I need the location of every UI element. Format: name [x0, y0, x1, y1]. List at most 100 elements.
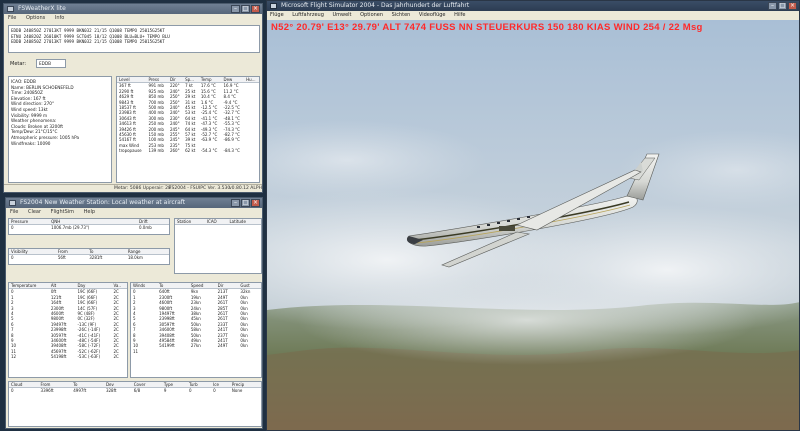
table-cell: 0	[11, 388, 14, 394]
table-row[interactable]: tropopause 139 mb 260° 62 kt -54.3 °C -84.3 °…	[117, 148, 259, 153]
table-cell: 9	[163, 388, 167, 394]
fsweatherx-title: FSWeatherX lite	[18, 5, 66, 12]
menu-clear[interactable]: Clear	[28, 209, 41, 215]
table-row[interactable]: 12 54198ft -53C (-63F) 2C	[9, 354, 127, 359]
menu-flightsim[interactable]: FlightSim	[51, 209, 74, 215]
station-table[interactable]: Station ICAO Latitude	[174, 218, 262, 274]
table-cell: -84.3 °C	[223, 148, 240, 154]
table-cell: 0	[189, 388, 192, 394]
window-icon	[9, 200, 16, 206]
table-cell: 6/8	[133, 388, 141, 394]
table-cell	[189, 349, 216, 354]
fs2004-titlebar[interactable]: Microsoft Flight Simulator 2004 - Das Ja…	[267, 1, 799, 11]
fs2004-title: Microsoft Flight Simulator 2004 - Das Ja…	[281, 2, 470, 9]
table-cell: 0	[11, 225, 14, 231]
fsweatherx-menubar: File Options Info	[4, 14, 262, 22]
metar-input[interactable]: EDDB	[36, 59, 66, 68]
table-cell: 56ft	[57, 255, 66, 261]
column-header[interactable]: ICAO	[204, 219, 228, 226]
table-cell: 2C	[113, 354, 119, 360]
menu-luftfahrzeug[interactable]: Luftfahrzeug	[292, 12, 324, 18]
close-icon[interactable]: ×	[251, 5, 260, 13]
upper-air-table[interactable]: Level Press Dir Sp... Temp Dew Hu... 367 ft 991…	[116, 76, 260, 183]
clouds-table[interactable]: Cloud From To Dev Cover Type Turb Ice Precip 0 33…	[8, 381, 262, 427]
fsweatherx-titlebar[interactable]: FSWeatherX lite – □ ×	[4, 4, 262, 14]
close-icon[interactable]: ×	[251, 199, 260, 207]
table-cell: None	[231, 388, 243, 394]
window-icon	[270, 3, 277, 9]
minimize-icon[interactable]: –	[231, 5, 240, 13]
table-cell: 0.0mb	[138, 225, 152, 231]
position-hud: N52° 20.79' E13° 29.79' ALT 7474 FUSS NN…	[271, 22, 703, 33]
flight-scene[interactable]: N52° 20.79' E13° 29.79' ALT 7474 FUSS NN…	[267, 20, 799, 430]
minimize-icon[interactable]: –	[231, 199, 240, 207]
temperature-table[interactable]: Temperature Alt Day Va.. 0 0ft 19C (66F) 2C 1 12…	[8, 282, 128, 378]
table-cell	[157, 349, 189, 354]
table-cell: 3396ft	[40, 388, 54, 394]
info-line: Windfreaks: 10090	[11, 140, 51, 146]
station-info: ICAO: EDDB Name: BERLIN SCHOENEFELD Time…	[8, 76, 112, 183]
close-icon[interactable]: ×	[788, 2, 797, 10]
table-row[interactable]: 0 56ft 3281ft 18.0km	[9, 255, 169, 261]
fsweatherx-statusbar: Metar: 5086 Upperair: 28 FS2004 - FSUIPC…	[4, 184, 262, 192]
weather-station-menubar: File Clear FlightSim Help	[6, 208, 262, 216]
scenery-view	[267, 20, 799, 430]
menu-optionen[interactable]: Optionen	[360, 12, 383, 18]
menu-file[interactable]: File	[10, 209, 18, 215]
menu-videofluege[interactable]: Videoflüge	[419, 12, 446, 18]
metar-label: Metar:	[10, 61, 27, 67]
table-cell: 1006.7mb (29.73")	[51, 225, 90, 231]
window-icon	[7, 6, 14, 12]
table-cell: 0	[213, 388, 216, 394]
fsweatherx-window: FSWeatherX lite – □ × File Options Info ED…	[3, 3, 263, 193]
maximize-icon[interactable]: □	[778, 2, 787, 10]
table-cell	[244, 148, 259, 153]
menu-info[interactable]: Info	[55, 15, 64, 21]
weather-station-window: FS2004 New Weather Station: Local weathe…	[5, 197, 263, 429]
menu-options[interactable]: Options	[26, 15, 45, 21]
menu-file[interactable]: File	[8, 15, 16, 21]
maximize-icon[interactable]: □	[241, 199, 250, 207]
table-row[interactable]: 11	[131, 349, 261, 354]
status-version: v0.80.12 ALPHA	[229, 186, 263, 191]
metar-line[interactable]: EDDB 240850Z 27013KT 9999 BKN032 21/15 Q…	[11, 39, 257, 45]
table-cell: 12	[11, 354, 17, 360]
weather-station-titlebar[interactable]: FS2004 New Weather Station: Local weathe…	[6, 198, 262, 208]
status-metar-count: Metar: 5086 Upperair: 28	[114, 186, 171, 191]
maximize-icon[interactable]: □	[241, 5, 250, 13]
table-cell: 0	[11, 255, 14, 261]
table-cell: 3281ft	[89, 255, 103, 261]
table-cell: 260°	[169, 148, 180, 154]
fs2004-menubar: Flüge Luftfahrzeug Umwelt Optionen Sicht…	[267, 11, 799, 20]
menu-help[interactable]: Help	[84, 209, 95, 215]
menu-umwelt[interactable]: Umwelt	[332, 12, 351, 18]
winds-table[interactable]: Winds To Speed Dir Gust 0 640ft 9kn 213T 32kn 1 23…	[130, 282, 262, 378]
table-cell: 139 mb	[148, 148, 164, 154]
desktop: FSWeatherX lite – □ × File Options Info ED…	[0, 0, 800, 431]
column-header[interactable]: Latitude	[227, 219, 261, 226]
table-cell	[129, 225, 137, 231]
table-cell: tropopause	[119, 148, 142, 154]
table-row[interactable]: 0 1006.7mb (29.73") 0.0mb	[9, 225, 169, 231]
visibility-table[interactable]: Visibility From To Range 0 56ft 3281ft 1…	[8, 248, 170, 265]
minimize-icon[interactable]: –	[768, 2, 777, 10]
table-cell: -54.3 °C	[200, 148, 218, 154]
table-cell	[238, 349, 261, 354]
flight-simulator-window: Microsoft Flight Simulator 2004 - Das Ja…	[266, 0, 800, 431]
table-cell: 18.0km	[127, 255, 143, 261]
column-header[interactable]: Station	[175, 219, 205, 226]
menu-hilfe[interactable]: Hilfe	[454, 12, 465, 18]
table-cell: 62 kt	[185, 148, 196, 154]
table-cell: 11	[133, 348, 139, 354]
table-cell	[216, 349, 239, 354]
metar-list[interactable]: EDDB 240850Z 27013KT 9999 BKN032 21/15 Q…	[8, 25, 260, 53]
table-cell: 328ft	[105, 388, 117, 394]
table-cell: 4997ft	[73, 388, 87, 394]
table-cell: 54198ft	[50, 354, 67, 360]
menu-sichten[interactable]: Sichten	[392, 12, 411, 18]
table-cell: -53C (-63F)	[77, 354, 101, 360]
weather-station-title: FS2004 New Weather Station: Local weathe…	[20, 199, 186, 206]
menu-fluege[interactable]: Flüge	[270, 12, 284, 18]
table-row[interactable]: 0 3396ft 4997ft 328ft 6/8 9 0 0 None	[9, 388, 261, 394]
pressure-table[interactable]: Pressure QNH Drift 0 1006.7mb (29.73") 0…	[8, 218, 170, 235]
